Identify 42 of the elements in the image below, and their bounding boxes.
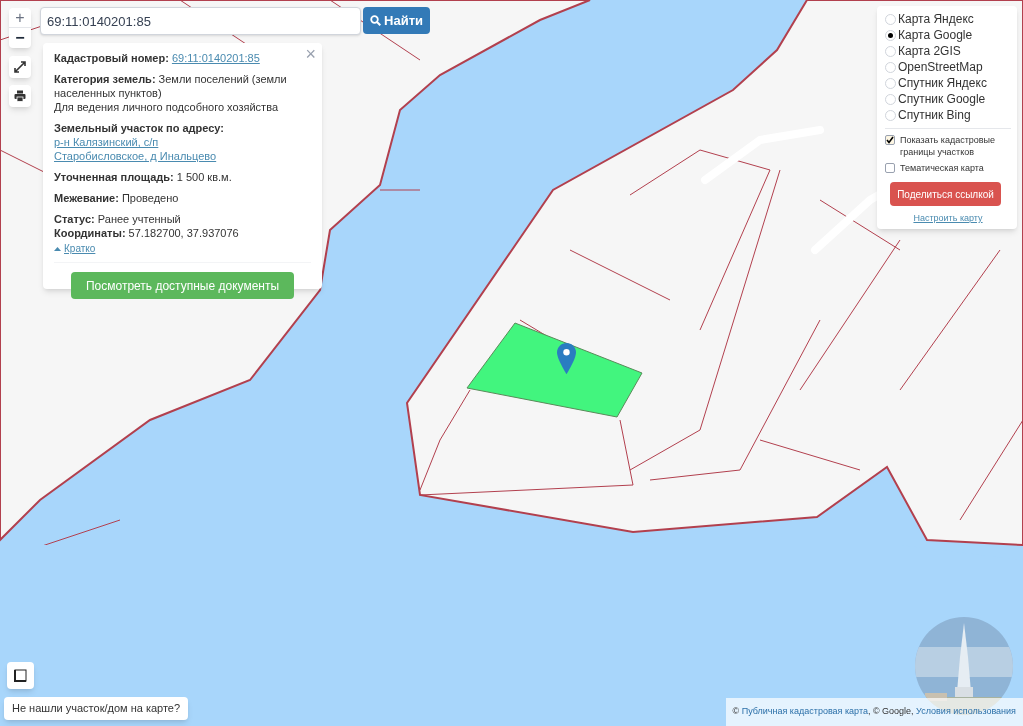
map-type-option[interactable]: Спутник Bing xyxy=(885,107,1011,123)
attribution-text: © Публичная кадастровая карта, © Google, Условия использования xyxy=(732,705,1016,719)
ruler-button[interactable] xyxy=(7,662,34,689)
caret-up-icon xyxy=(54,246,61,251)
square-icon xyxy=(14,669,27,682)
settings-link[interactable]: Настроить карту xyxy=(913,212,983,226)
collapse-link[interactable]: Кратко xyxy=(54,241,96,256)
map-type-option[interactable]: Спутник Яндекс xyxy=(885,75,1011,91)
checkbox[interactable] xyxy=(885,135,895,145)
expand-icon xyxy=(14,61,26,73)
field-text: Уточненная площадь: 1 500 кв.м. xyxy=(54,170,233,184)
help-button[interactable]: Не нашли участок/дом на карте? xyxy=(4,697,189,720)
close-button[interactable]: × xyxy=(305,45,316,63)
field-text: Координаты: 57.182700, 37.937076 xyxy=(54,226,240,240)
map-type-option[interactable]: Спутник Google xyxy=(885,91,1011,107)
print-button[interactable] xyxy=(9,85,31,107)
map-type-option[interactable]: OpenStreetMap xyxy=(885,59,1011,75)
share-link-button[interactable]: Поделиться ссылкой xyxy=(890,182,1001,206)
checkbox-label: Тематическая карта xyxy=(900,162,984,174)
map-type-option[interactable]: Карта Google xyxy=(885,27,1011,43)
search-button[interactable]: Найти xyxy=(363,7,430,34)
field-note: Для ведения личного подсобного хозяйства xyxy=(54,100,279,114)
field-link[interactable]: 69:11:0140201:85 xyxy=(171,52,260,64)
map-pin-icon[interactable] xyxy=(557,343,576,374)
attribution-link[interactable]: Публичная кадастровая карта xyxy=(741,706,868,717)
zoom-out-button[interactable]: − xyxy=(9,28,31,48)
attribution-link[interactable]: Условия использования xyxy=(916,706,1016,717)
field-label: Земельный участок по адресу: xyxy=(54,122,224,134)
map-type-option[interactable]: Карта 2GIS xyxy=(885,43,1011,59)
field-label: Кадастровый номер: xyxy=(54,52,169,64)
field-text: Статус: Ранее учтенный xyxy=(54,212,182,226)
checkbox[interactable] xyxy=(885,163,895,173)
search-icon xyxy=(370,15,381,26)
search-field[interactable]: 69:11:0140201:85 xyxy=(40,7,361,35)
field-link[interactable]: Старобисловское, д Инальцево xyxy=(54,150,217,162)
printer-icon xyxy=(14,90,26,102)
field-link[interactable]: р-н Калязинский, с/п xyxy=(54,136,159,148)
field-text: Межевание: Проведено xyxy=(54,191,180,205)
checkbox-label: Показать кадастровые границы участков xyxy=(900,134,997,158)
fullscreen-button[interactable] xyxy=(9,56,31,78)
map-type-option[interactable]: Карта Яндекс xyxy=(885,11,1011,27)
field-text: Категория земель: Земли поселений (земли населенных пунктов) xyxy=(54,72,288,100)
